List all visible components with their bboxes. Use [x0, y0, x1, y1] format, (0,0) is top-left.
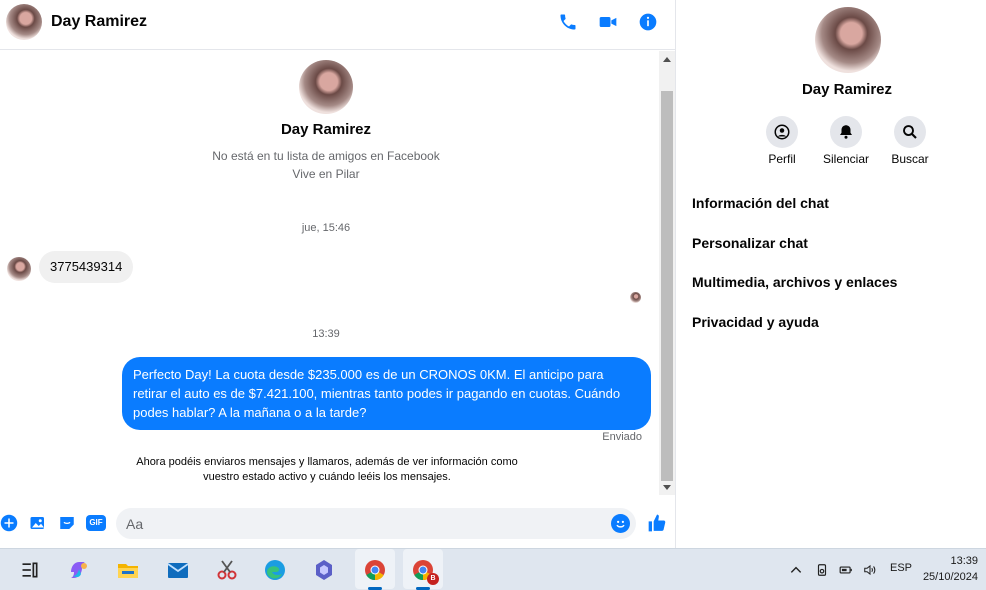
friend-status: No está en tu lista de amigos en Faceboo…	[212, 149, 440, 163]
contact-name[interactable]: Day Ramirez	[51, 13, 147, 31]
media-files-item[interactable]: Multimedia, archivos y enlaces	[692, 274, 897, 290]
search-label: Buscar	[891, 152, 929, 166]
scroll-down-icon[interactable]	[663, 485, 671, 490]
like-icon[interactable]	[646, 512, 668, 534]
chevron-up-icon[interactable]	[786, 558, 806, 582]
messenger-window: Day Ramirez Day Ramirez No está en tu li…	[0, 0, 986, 548]
scroll-thumb[interactable]	[661, 91, 673, 481]
profile-name: Day Ramirez	[280, 121, 372, 138]
sender-avatar[interactable]	[7, 257, 31, 281]
profile-icon	[766, 116, 798, 148]
mute-label: Silenciar	[822, 152, 870, 166]
privacy-notice: Ahora podéis enviaros mensajes y llamaro…	[136, 456, 518, 483]
bell-icon	[830, 116, 862, 148]
chat-pane: Day Ramirez Day Ramirez No está en tu li…	[0, 0, 676, 548]
outgoing-message[interactable]: Perfecto Day! La cuota desde $235.000 es…	[122, 357, 651, 430]
emoji-icon[interactable]	[611, 514, 630, 533]
snipping-tool-icon[interactable]	[215, 558, 239, 582]
sticker-icon[interactable]	[58, 514, 76, 532]
task-view-icon[interactable]	[18, 558, 42, 582]
file-explorer-icon[interactable]	[116, 558, 140, 582]
contact-avatar[interactable]	[6, 4, 42, 40]
message-input-wrap	[116, 508, 636, 539]
incoming-message[interactable]: 3775439314	[39, 251, 134, 283]
profile-badge: B	[427, 573, 439, 585]
search-button[interactable]: Buscar	[875, 116, 945, 166]
mute-button[interactable]: Silenciar	[811, 116, 881, 166]
scrollbar[interactable]	[659, 51, 675, 495]
seen-indicator-avatar	[630, 292, 641, 303]
edge-icon[interactable]	[263, 558, 287, 582]
gif-icon[interactable]: GIF	[86, 514, 106, 532]
privacy-help-item[interactable]: Privacidad y ayuda	[692, 314, 819, 330]
profile-label: Perfil	[768, 152, 796, 166]
system-clock[interactable]: 13:39 25/10/2024	[923, 553, 978, 585]
mail-icon[interactable]	[166, 558, 190, 582]
phone-icon[interactable]	[557, 11, 579, 33]
clock-time: 13:39	[950, 555, 978, 567]
composer-bar: GIF	[0, 505, 676, 542]
customize-chat-item[interactable]: Personalizar chat	[692, 235, 808, 251]
gif-label: GIF	[86, 515, 106, 531]
time-separator: 13:39	[312, 328, 340, 340]
profile-button[interactable]: Perfil	[747, 116, 817, 166]
time-separator: jue, 15:46	[301, 222, 351, 234]
battery-icon[interactable]	[836, 558, 856, 582]
windows-taskbar: B ESP 13:39 25/10/2024	[0, 548, 986, 590]
scroll-up-icon[interactable]	[663, 57, 671, 62]
chat-info-item[interactable]: Información del chat	[692, 195, 829, 211]
copilot-icon[interactable]	[67, 558, 91, 582]
plus-icon[interactable]	[0, 514, 18, 532]
conversation-info-panel: Day Ramirez Perfil Silenciar Buscar Info…	[677, 0, 986, 548]
side-contact-name: Day Ramirez	[801, 81, 893, 98]
video-icon[interactable]	[597, 11, 619, 33]
sent-status: Enviado	[602, 431, 642, 443]
side-avatar[interactable]	[815, 7, 881, 73]
volume-icon[interactable]	[860, 558, 880, 582]
info-icon[interactable]	[637, 11, 659, 33]
location: Vive en Pilar	[292, 167, 360, 181]
chat-header: Day Ramirez	[0, 0, 676, 50]
search-icon	[894, 116, 926, 148]
profile-avatar[interactable]	[299, 60, 353, 114]
chrome-icon[interactable]	[363, 558, 387, 582]
image-icon[interactable]	[29, 514, 47, 532]
message-input[interactable]	[126, 514, 596, 534]
language-indicator[interactable]: ESP	[890, 562, 912, 574]
meet-now-icon[interactable]	[812, 558, 832, 582]
clock-date: 25/10/2024	[922, 571, 978, 583]
copilot-app-icon[interactable]	[312, 558, 336, 582]
message-list[interactable]: Day Ramirez No está en tu lista de amigo…	[0, 51, 676, 498]
chrome-profile-icon[interactable]: B	[411, 558, 439, 585]
